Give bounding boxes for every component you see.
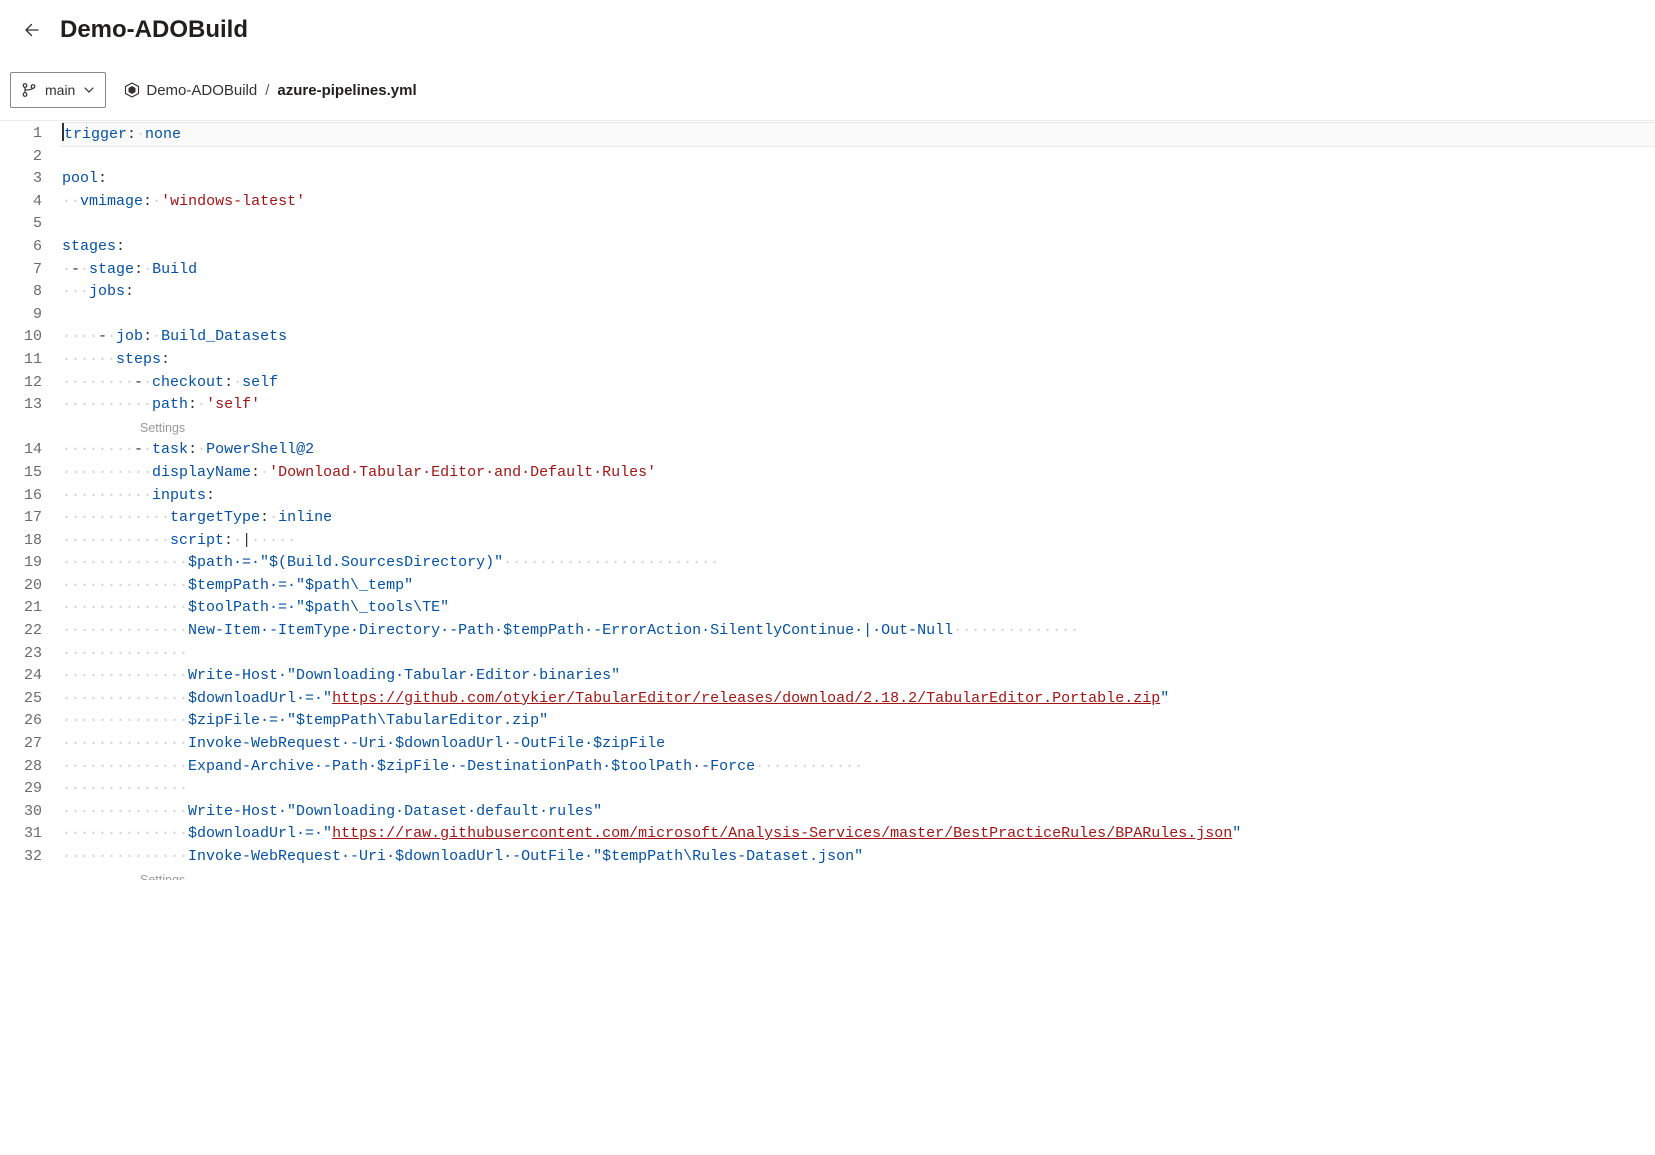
code-line[interactable]: trigger:·none — [60, 123, 1655, 146]
code-line[interactable] — [60, 146, 1655, 169]
code-line[interactable] — [60, 304, 1655, 327]
line-number-gutter: 1234567891011121314151617181920212223242… — [0, 121, 60, 880]
code-editor[interactable]: 1234567891011121314151617181920212223242… — [0, 121, 1655, 880]
breadcrumb-repo[interactable]: Demo-ADOBuild — [124, 82, 257, 99]
back-button[interactable] — [16, 14, 48, 46]
code-lens-settings[interactable]: Settings — [140, 869, 185, 880]
line-number: 28 — [0, 756, 42, 779]
page-title: Demo-ADOBuild — [60, 16, 248, 44]
line-number: 15 — [0, 462, 42, 485]
code-line[interactable]: ········-·checkout:·self — [60, 372, 1655, 395]
line-number: 5 — [0, 213, 42, 236]
breadcrumb: Demo-ADOBuild / azure-pipelines.yml — [124, 82, 416, 99]
breadcrumb-file[interactable]: azure-pipelines.yml — [277, 82, 416, 99]
line-number: 16 — [0, 485, 42, 508]
code-line[interactable]: ·············· — [60, 778, 1655, 801]
line-number: 18 — [0, 530, 42, 553]
arrow-left-icon — [24, 22, 40, 38]
line-number: 12 — [0, 372, 42, 395]
repo-icon — [124, 82, 140, 98]
code-line[interactable]: ··············Invoke-WebRequest·-Uri·$do… — [60, 733, 1655, 756]
line-number: 31 — [0, 823, 42, 846]
code-line[interactable]: ··············New-Item·-ItemType·Directo… — [60, 620, 1655, 643]
line-number: 32 — [0, 846, 42, 869]
code-line[interactable]: ··············Write-Host·"Downloading·Da… — [60, 801, 1655, 824]
editor-toolbar: main Demo-ADOBuild / azure-pipelines.yml — [0, 62, 1655, 121]
chevron-down-icon — [83, 84, 95, 96]
code-line[interactable]: ··············$downloadUrl·=·"https://gi… — [60, 688, 1655, 711]
line-number: 1 — [0, 123, 42, 146]
line-number: 19 — [0, 552, 42, 575]
code-line[interactable]: ··········path:·'self' — [60, 394, 1655, 417]
code-lens-settings[interactable]: Settings — [140, 417, 185, 440]
line-number: 24 — [0, 665, 42, 688]
breadcrumb-repo-label: Demo-ADOBuild — [146, 82, 257, 99]
line-number: 20 — [0, 575, 42, 598]
line-number: 17 — [0, 507, 42, 530]
line-number: 22 — [0, 620, 42, 643]
line-number: 14 — [0, 439, 42, 462]
breadcrumb-separator: / — [265, 82, 269, 99]
code-line[interactable]: ····-·job:·Build_Datasets — [60, 326, 1655, 349]
code-line[interactable]: ··············$downloadUrl·=·"https://ra… — [60, 823, 1655, 846]
code-line[interactable]: ·············· — [60, 643, 1655, 666]
line-number: 29 — [0, 778, 42, 801]
code-line[interactable]: ··········inputs: — [60, 485, 1655, 508]
line-number: 21 — [0, 597, 42, 620]
code-line[interactable]: ············script:·|····· — [60, 530, 1655, 553]
line-number: 10 — [0, 326, 42, 349]
line-number: 6 — [0, 236, 42, 259]
line-number: 2 — [0, 146, 42, 169]
code-line[interactable]: ·-·stage:·Build — [60, 259, 1655, 282]
line-number: 13 — [0, 394, 42, 417]
code-line[interactable]: ··············$zipFile·=·"$tempPath\Tabu… — [60, 710, 1655, 733]
code-line[interactable]: ··············$tempPath·=·"$path\_temp" — [60, 575, 1655, 598]
line-number: 25 — [0, 688, 42, 711]
code-line[interactable]: ··············Write-Host·"Downloading·Ta… — [60, 665, 1655, 688]
line-number: 11 — [0, 349, 42, 372]
branch-selector[interactable]: main — [10, 72, 106, 108]
line-number: 8 — [0, 281, 42, 304]
line-number: 26 — [0, 710, 42, 733]
code-line[interactable]: ······steps: — [60, 349, 1655, 372]
code-line[interactable]: pool: — [60, 168, 1655, 191]
line-number: 27 — [0, 733, 42, 756]
branch-name: main — [45, 82, 75, 98]
line-number: 23 — [0, 643, 42, 666]
code-line[interactable] — [60, 213, 1655, 236]
code-line[interactable]: ···jobs: — [60, 281, 1655, 304]
code-line[interactable]: ··············Invoke-WebRequest·-Uri·$do… — [60, 846, 1655, 869]
code-line[interactable]: ··········displayName:·'Download·Tabular… — [60, 462, 1655, 485]
code-line[interactable]: ··············Expand-Archive·-Path·$zipF… — [60, 756, 1655, 779]
code-line[interactable]: ············targetType:·inline — [60, 507, 1655, 530]
code-line[interactable]: stages: — [60, 236, 1655, 259]
line-number: 30 — [0, 801, 42, 824]
line-number: 3 — [0, 168, 42, 191]
code-line[interactable]: ··vmimage:·'windows-latest' — [60, 191, 1655, 214]
branch-icon — [21, 82, 37, 98]
line-number: 4 — [0, 191, 42, 214]
page-header: Demo-ADOBuild — [0, 0, 1655, 62]
code-line[interactable]: ··············$toolPath·=·"$path\_tools\… — [60, 597, 1655, 620]
line-number: 7 — [0, 259, 42, 282]
line-number: 9 — [0, 304, 42, 327]
code-line[interactable]: ··············$path·=·"$(Build.SourcesDi… — [60, 552, 1655, 575]
code-content[interactable]: trigger:·none pool:··vmimage:·'windows-la… — [60, 121, 1655, 880]
code-line[interactable]: ········-·task:·PowerShell@2 — [60, 439, 1655, 462]
